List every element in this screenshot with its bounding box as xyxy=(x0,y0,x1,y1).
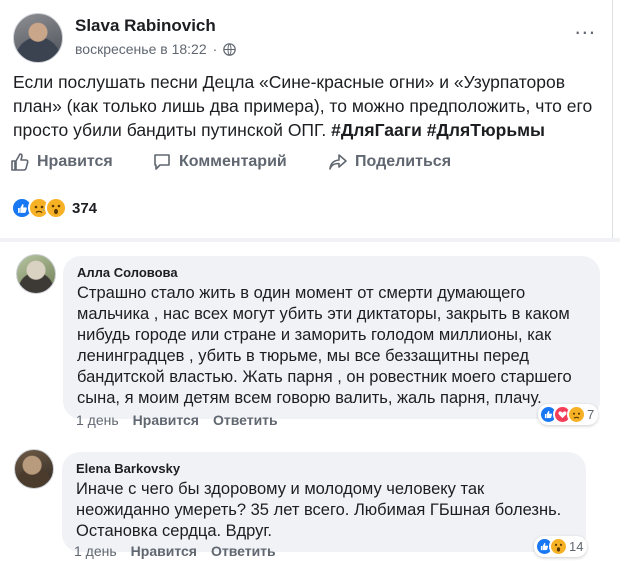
comment-reactions[interactable]: 7 xyxy=(538,404,599,425)
comment-reaction-count: 14 xyxy=(569,539,584,554)
hashtag[interactable]: #ДляТюрьмы xyxy=(427,120,545,140)
comment-avatar[interactable] xyxy=(14,449,54,489)
comment-like-button[interactable]: Нравится xyxy=(133,412,199,428)
comment-icon xyxy=(152,152,172,172)
post-timestamp[interactable]: воскресенье в 18:22 xyxy=(75,41,207,57)
comment-bubble: Алла Соловова Страшно стало жить в один … xyxy=(63,256,600,419)
post-meta: воскресенье в 18:22 · xyxy=(75,41,237,57)
post-action-bar: Нравится Комментарий Поделиться xyxy=(10,152,600,172)
comment-text: Иначе с чего бы здоровому и молодому чел… xyxy=(76,480,562,540)
comment-text: Страшно стало жить в один момент от смер… xyxy=(77,284,572,407)
comment-like-button[interactable]: Нравится xyxy=(131,543,197,559)
comment-actions: 1 день Нравится Ответить xyxy=(74,543,276,559)
comment-label: Комментарий xyxy=(179,153,287,170)
section-divider xyxy=(0,238,620,242)
like-label: Нравится xyxy=(37,153,113,170)
share-button[interactable]: Поделиться xyxy=(328,152,451,172)
comment-reply-button[interactable]: Ответить xyxy=(211,543,276,559)
author-name[interactable]: Slava Rabinovich xyxy=(75,16,216,36)
reaction-count: 374 xyxy=(72,199,98,217)
like-button[interactable]: Нравится xyxy=(10,152,152,172)
reactions-summary[interactable]: 374 xyxy=(11,197,97,219)
globe-icon[interactable] xyxy=(223,42,237,56)
comment-reply-button[interactable]: Ответить xyxy=(213,412,278,428)
wow-reaction-icon xyxy=(549,537,568,556)
comment-bubble: Elena Barkovsky Иначе с чего бы здоровом… xyxy=(62,452,586,552)
comment-time[interactable]: 1 день xyxy=(76,412,119,428)
more-options-icon[interactable]: ... xyxy=(575,14,596,40)
comment-avatar[interactable] xyxy=(16,254,56,294)
comment-button[interactable]: Комментарий xyxy=(152,152,328,172)
sad-reaction-icon xyxy=(567,405,586,424)
share-label: Поделиться xyxy=(355,153,452,170)
post-card: Slava Rabinovich воскресенье в 18:22 · .… xyxy=(0,0,613,238)
comment-actions: 1 день Нравится Ответить xyxy=(76,412,278,428)
post-text: Если послушать песни Децла «Сине-красные… xyxy=(13,70,603,142)
comment-author[interactable]: Elena Barkovsky xyxy=(76,461,572,476)
comment-reaction-count: 7 xyxy=(587,407,595,422)
author-avatar[interactable] xyxy=(13,13,63,63)
comment-author[interactable]: Алла Соловова xyxy=(77,265,586,280)
thumbs-up-icon xyxy=(10,152,30,172)
comment-reactions[interactable]: 14 xyxy=(534,536,588,557)
wow-reaction-icon xyxy=(45,197,67,219)
share-icon xyxy=(328,152,348,172)
comment-time[interactable]: 1 день xyxy=(74,543,117,559)
hashtag[interactable]: #ДляГааги xyxy=(331,120,422,140)
